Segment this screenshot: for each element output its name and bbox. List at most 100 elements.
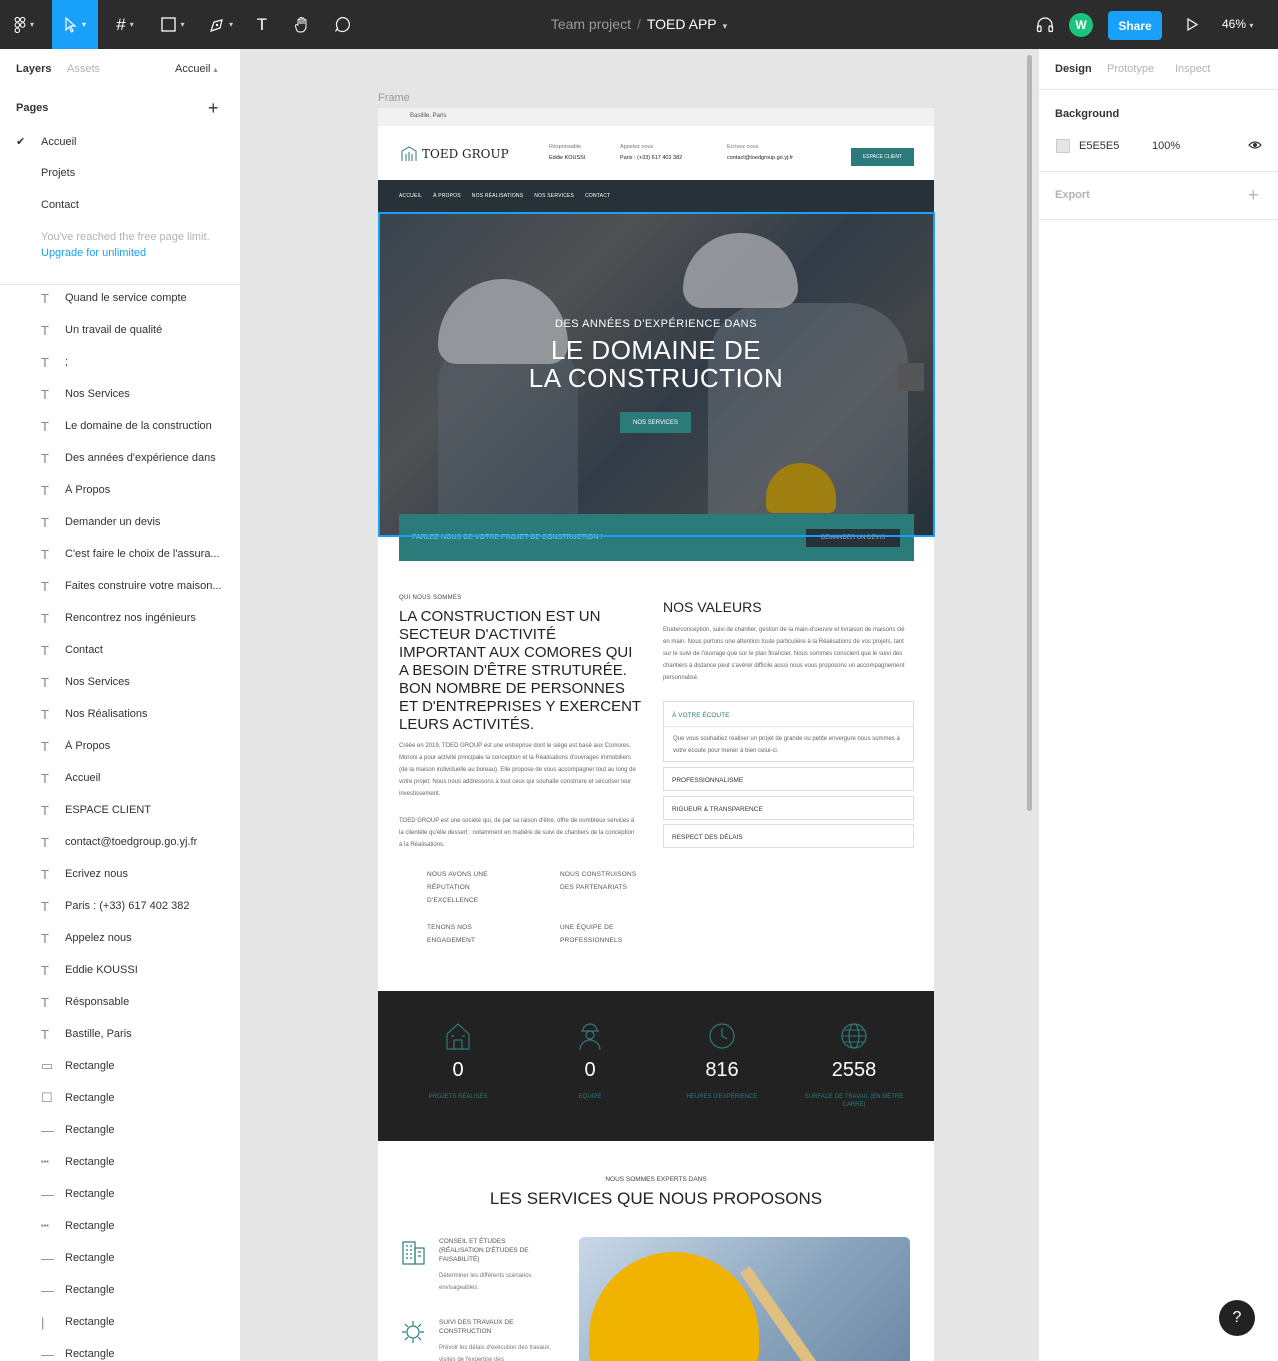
hero-title-line2: LA CONSTRUCTION xyxy=(528,363,784,393)
nav-item-accueil[interactable]: ACCUEIL xyxy=(399,193,422,199)
layer-item[interactable]: T Le domaine de la construction xyxy=(41,416,236,436)
layer-item[interactable]: T À Propos xyxy=(41,480,236,500)
pen-tool-button[interactable]: ▾ xyxy=(200,0,242,49)
header-info-label: Résponsable xyxy=(549,144,582,150)
present-button[interactable] xyxy=(1180,0,1204,49)
layer-item[interactable]: — Rectangle xyxy=(41,1184,236,1204)
file-name[interactable]: TOED APP xyxy=(647,16,717,32)
layer-item[interactable]: T Résponsable xyxy=(41,992,236,1012)
add-page-icon[interactable]: + xyxy=(208,99,219,117)
nav-item-a-propos[interactable]: À PROPOS xyxy=(433,193,461,199)
title-separator: / xyxy=(636,16,641,32)
page-item-accueil[interactable]: ✔ Accueil xyxy=(16,135,76,148)
upgrade-link[interactable]: Upgrade for unlimited xyxy=(41,247,146,259)
layer-item[interactable]: ┅ Rectangle xyxy=(41,1216,236,1236)
layer-item[interactable]: — Rectangle xyxy=(41,1280,236,1300)
frame-label[interactable]: Frame xyxy=(378,92,410,104)
layer-item[interactable]: T Quand le service compte xyxy=(41,288,236,308)
header-info-phone: Appelez nous Paris : (+33) 617 402 382 xyxy=(620,142,682,164)
page-item-projets[interactable]: Projets xyxy=(16,167,75,179)
background-opacity-input[interactable]: 100% xyxy=(1152,140,1180,152)
layer-item[interactable]: — Rectangle xyxy=(41,1120,236,1140)
layer-item[interactable]: T Paris : (+33) 617 402 382 xyxy=(41,896,236,916)
layer-item[interactable]: ┅ Rectangle xyxy=(41,1152,236,1172)
espace-client-button[interactable]: ESPACE CLIENT xyxy=(851,148,914,166)
request-quote-button[interactable]: DEMANDER UN DEVIS xyxy=(806,529,900,547)
layer-item[interactable]: T À Propos xyxy=(41,736,236,756)
value-item-ecoute[interactable]: À VOTRE ÉCOUTE Que vous souhaitiez réali… xyxy=(663,701,914,762)
tab-design[interactable]: Design xyxy=(1055,63,1092,75)
layer-item[interactable]: T Nos Services xyxy=(41,384,236,404)
office-building-icon xyxy=(402,1241,425,1265)
nav-item-realisations[interactable]: NOS RÉALISATIONS xyxy=(472,193,523,199)
layer-item[interactable]: Tcontact@toedgroup.go.yj.fr xyxy=(41,832,236,852)
text-layer-icon: T xyxy=(41,962,49,978)
frame-icon: # xyxy=(116,14,126,34)
tab-inspect[interactable]: Inspect xyxy=(1175,63,1210,75)
layer-item[interactable]: — Rectangle xyxy=(41,1344,236,1361)
layer-item[interactable]: T Nos Réalisations xyxy=(41,704,236,724)
worker-icon xyxy=(579,1023,601,1051)
layer-item[interactable]: T Rencontrez nos ingénieurs xyxy=(41,608,236,628)
tab-layers[interactable]: Layers xyxy=(16,63,51,75)
tab-assets[interactable]: Assets xyxy=(67,63,100,75)
layer-item[interactable]: T ESPACE CLIENT xyxy=(41,800,236,820)
comment-tool-button[interactable] xyxy=(328,0,356,49)
user-avatar[interactable]: W xyxy=(1069,13,1093,37)
eye-icon[interactable] xyxy=(1248,140,1262,150)
layer-item[interactable]: T Appelez nous xyxy=(41,928,236,948)
add-export-icon[interactable]: + xyxy=(1248,186,1259,204)
layer-item[interactable]: | Rectangle xyxy=(41,1312,236,1332)
layer-item[interactable]: T Eddie KOUSSI xyxy=(41,960,236,980)
zoom-dropdown[interactable]: 46% ▾ xyxy=(1222,17,1253,31)
hero-services-button[interactable]: NOS SERVICES xyxy=(620,412,691,433)
team-name[interactable]: Team project xyxy=(551,16,631,32)
main-menu-button[interactable]: ▾ xyxy=(0,0,48,49)
text-tool-button[interactable]: T xyxy=(248,0,276,49)
layer-item[interactable]: T Des années d'expérience dans xyxy=(41,448,236,468)
share-button[interactable]: Share xyxy=(1108,11,1162,40)
service-desc: Déterminer les différents scénarios envi… xyxy=(439,1273,532,1291)
nav-item-contact[interactable]: CONTACT xyxy=(585,193,610,199)
value-item-professionnalisme[interactable]: PROFESSIONNALISME xyxy=(663,767,914,791)
layer-item-label: Bastille, Paris xyxy=(65,1028,132,1040)
text-layer-icon: T xyxy=(41,834,49,850)
layer-item[interactable]: T C'est faire le choix de l'assura... xyxy=(41,544,236,564)
layer-item[interactable]: ▭ Rectangle xyxy=(41,1056,236,1076)
nav-item-services[interactable]: NOS SERVICES xyxy=(534,193,574,199)
layer-item[interactable]: — Rectangle xyxy=(41,1248,236,1268)
website-frame[interactable]: Bastille, Paris TOED GROUP Résponsable Ed… xyxy=(378,108,934,1361)
layer-item[interactable]: T Contact xyxy=(41,640,236,660)
page-item-contact[interactable]: Contact xyxy=(16,199,79,211)
service-title: SUIVI DES TRAVAUX DE CONSTRUCTION xyxy=(439,1319,514,1335)
audio-button[interactable] xyxy=(1032,0,1058,49)
layer-item[interactable]: T Un travail de qualité xyxy=(41,320,236,340)
layer-item[interactable]: ☐ Rectangle xyxy=(41,1088,236,1108)
move-tool-button[interactable]: ▾ xyxy=(52,0,98,49)
shape-tool-button[interactable]: ▾ xyxy=(152,0,194,49)
chevron-down-icon: ▾ xyxy=(228,20,233,29)
layer-item[interactable]: T Nos Services xyxy=(41,672,236,692)
layer-item[interactable]: T Faites construire votre maison... xyxy=(41,576,236,596)
value-item-delais[interactable]: RESPECT DES DÉLAIS xyxy=(663,824,914,848)
layer-item[interactable]: T Demander un devis xyxy=(41,512,236,532)
chevron-down-icon[interactable]: ▾ xyxy=(723,21,728,31)
frame-tool-button[interactable]: # ▾ xyxy=(104,0,146,49)
layer-item[interactable]: T; xyxy=(41,352,236,372)
text-layer-icon: T xyxy=(41,642,49,658)
help-button[interactable]: ? xyxy=(1219,1300,1255,1336)
page-switcher[interactable]: Accueil ▴ xyxy=(175,63,218,75)
hand-tool-button[interactable] xyxy=(288,0,316,49)
background-swatch[interactable] xyxy=(1056,139,1070,153)
layer-item[interactable]: T Ecrivez nous xyxy=(41,864,236,884)
values-paragraph: Etude/conception, suivi de chantier, ges… xyxy=(663,627,905,681)
layer-item-label: Ecrivez nous xyxy=(65,868,128,880)
header-info-value: Eddie KOUSSI xyxy=(549,155,586,161)
value-item-rigueur[interactable]: RIGUEUR & TRANSPARENCE xyxy=(663,796,914,820)
layer-item[interactable]: T Accueil xyxy=(41,768,236,788)
line-icon: | xyxy=(41,1314,45,1330)
layer-item[interactable]: T Bastille, Paris xyxy=(41,1024,236,1044)
tab-prototype[interactable]: Prototype xyxy=(1107,63,1154,75)
background-hex-input[interactable]: E5E5E5 xyxy=(1079,140,1119,152)
canvas-scrollbar[interactable] xyxy=(1027,55,1032,811)
